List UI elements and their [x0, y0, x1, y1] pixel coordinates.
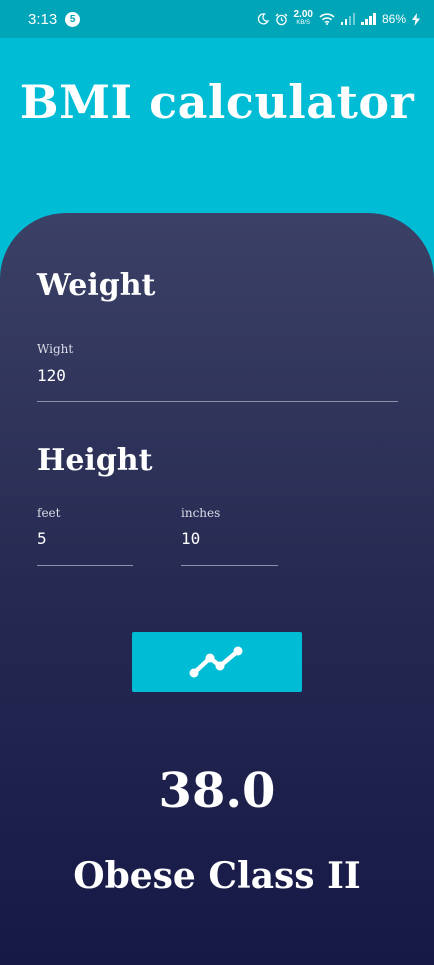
weight-field-label: Wight — [37, 342, 74, 356]
wifi-icon — [319, 13, 335, 25]
weight-input-underline — [37, 401, 398, 402]
notification-badge: 5 — [65, 11, 81, 27]
feet-field-label: feet — [37, 506, 61, 520]
signal-icon-1 — [340, 13, 356, 25]
status-icons: 2.00 KB/S 86% — [257, 9, 420, 27]
inches-input-underline — [181, 565, 278, 566]
calculate-button[interactable] — [132, 632, 302, 692]
bmi-result-value: 38.0 — [158, 763, 276, 819]
bmi-category: Obese Class II — [73, 855, 361, 897]
inches-field-label: inches — [181, 506, 221, 520]
moon-icon — [257, 13, 269, 25]
alarm-icon — [275, 13, 287, 25]
trending-up-icon — [189, 646, 243, 678]
weight-heading: Weight — [37, 268, 156, 303]
battery-percent: 86% — [381, 12, 406, 26]
feet-input-underline — [37, 565, 133, 566]
network-speed-unit: KB/S — [296, 20, 311, 26]
network-speed-value: 2.00 — [293, 9, 313, 20]
status-bar: 3:13 5 2.00 KB/S 86% — [0, 0, 434, 38]
signal-icon-2 — [361, 13, 376, 25]
height-heading: Height — [37, 443, 153, 478]
input-panel — [0, 213, 434, 965]
charging-icon — [412, 12, 420, 26]
app-title: BMI calculator — [19, 75, 415, 129]
feet-input[interactable]: 5 — [37, 529, 47, 548]
network-speed: 2.00 KB/S — [293, 9, 313, 27]
status-time: 3:13 — [28, 10, 58, 28]
weight-input[interactable]: 120 — [37, 366, 66, 385]
inches-input[interactable]: 10 — [181, 529, 200, 548]
